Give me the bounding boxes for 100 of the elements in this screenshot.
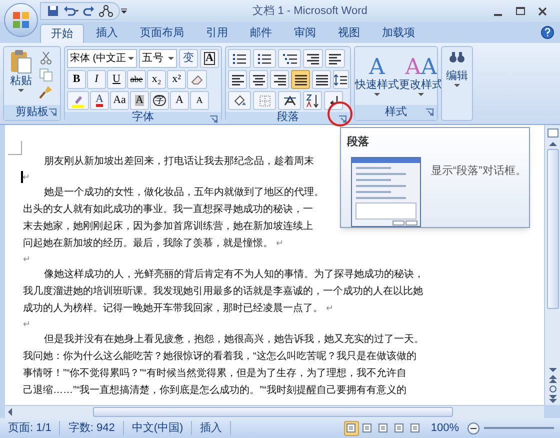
scissors-icon	[39, 51, 53, 65]
eraser-icon	[190, 74, 204, 86]
grow-font-button[interactable]: A	[170, 91, 189, 110]
increase-indent-button[interactable]	[325, 49, 345, 68]
zoom-out-icon[interactable]	[467, 422, 480, 434]
close-button[interactable]	[536, 5, 548, 17]
align-button[interactable]	[270, 70, 289, 89]
ribbon-tab[interactable]: 审阅	[284, 24, 326, 43]
format-button[interactable]: x²	[167, 70, 186, 89]
tooltip-title: 段落	[347, 134, 370, 150]
next-page-icon[interactable]	[548, 395, 556, 403]
dialog-launcher[interactable]	[47, 107, 58, 118]
view-button[interactable]	[344, 420, 359, 436]
multilevel-list-button[interactable]	[278, 49, 301, 68]
format-button[interactable]: x₂	[147, 70, 166, 89]
align-right-icon	[272, 74, 286, 86]
question-mark-icon	[544, 28, 551, 37]
caret-icon	[128, 56, 134, 60]
help-button[interactable]	[541, 26, 554, 39]
paste-button[interactable]: 粘贴	[7, 49, 35, 105]
list-icon	[282, 52, 296, 64]
shrink-font-button[interactable]: A	[190, 91, 209, 110]
highlighter-icon	[71, 94, 85, 108]
change-case-button[interactable]: Aa	[110, 91, 129, 110]
paragraph-mark: ↵	[326, 302, 334, 315]
caret-icon	[418, 92, 424, 97]
line-spacing-button[interactable]	[333, 70, 349, 89]
font-name-dropdown[interactable]: 宋体 (中文正	[67, 49, 137, 68]
minimize-icon	[494, 14, 502, 17]
dialog-launcher[interactable]	[208, 114, 219, 125]
numbering-button[interactable]	[253, 49, 276, 68]
paragraph-mark: ↵	[23, 254, 31, 264]
vertical-scrollbar[interactable]	[544, 125, 560, 405]
margin-corner-mark	[8, 141, 22, 155]
align-button[interactable]	[291, 70, 310, 89]
ribbon-tab[interactable]: 页面布局	[130, 24, 194, 43]
status-item[interactable]: 插入	[192, 421, 232, 435]
tooltip-description: 显示“段落”对话框。	[431, 164, 526, 178]
horizontal-scrollbar[interactable]	[5, 405, 544, 418]
page-icon	[346, 423, 356, 433]
highlight-button[interactable]	[67, 91, 89, 110]
character-shading-button[interactable]: A	[130, 91, 149, 110]
undo-icon	[63, 5, 79, 17]
customize-caret-icon	[120, 7, 128, 15]
phonetic-guide-button[interactable]: 变	[179, 49, 198, 68]
paragraph-dialog-launcher[interactable]	[337, 114, 348, 125]
enclose-characters-button[interactable]: 字	[150, 91, 169, 110]
decrease-indent-button[interactable]	[303, 49, 323, 68]
status-item[interactable]: 中文(中国)	[124, 421, 192, 435]
brush-icon	[39, 85, 53, 99]
text-line: 己退缩……”“我一直想搞清楚，你到底是怎么成功的。”“我时刻提醒自己要拥有有意义的	[23, 384, 406, 398]
sort-button[interactable]	[303, 91, 322, 110]
copy-icon	[39, 68, 53, 82]
align-button[interactable]	[249, 70, 268, 89]
return-arrow-icon	[328, 94, 340, 106]
format-button[interactable]: U	[107, 70, 126, 89]
group-label: 剪贴板	[16, 107, 48, 118]
ribbon-tab[interactable]: 邮件	[240, 24, 282, 43]
ribbon-tab[interactable]: 引用	[196, 24, 238, 43]
borders-icon	[258, 94, 270, 106]
font-color-button[interactable]: A	[90, 91, 109, 110]
scroll-thumb[interactable]	[546, 149, 558, 309]
text-line: 但是我并没有在她身上看见疲惫，抱怨，她很高兴，她告诉我，她又充实的过了一天。	[44, 332, 424, 347]
ribbon-tab[interactable]: 视图	[328, 24, 370, 43]
dialog-launcher[interactable]	[424, 107, 435, 118]
select-browse-object-icon[interactable]	[548, 385, 556, 393]
save-icon	[47, 5, 59, 17]
scroll-up-icon[interactable]	[548, 141, 556, 147]
zoom-level[interactable]: 100%	[422, 420, 467, 436]
caret-icon	[454, 84, 460, 88]
paragraph-mark: ↵	[276, 236, 284, 250]
office-button[interactable]	[4, 3, 38, 37]
ribbon-tab[interactable]: 开始	[40, 24, 84, 43]
scroll-down-icon[interactable]	[548, 367, 556, 373]
align-button[interactable]	[312, 70, 331, 89]
ribbon-tab[interactable]: 插入	[86, 24, 128, 43]
horizontal-scroll-thumb[interactable]	[93, 407, 453, 417]
ruler-toggle-icon[interactable]	[546, 127, 558, 139]
maximize-button[interactable]	[514, 5, 526, 17]
format-button[interactable]: abe	[127, 70, 146, 89]
asian-layout-button[interactable]	[278, 91, 301, 110]
previous-page-icon[interactable]	[548, 375, 556, 383]
bullets-button[interactable]	[228, 49, 251, 68]
font-size-dropdown[interactable]: 五号	[139, 49, 177, 68]
status-item[interactable]: 页面: 1/1	[0, 421, 60, 435]
style-button[interactable]: A 快速样式	[355, 49, 399, 105]
shading-button[interactable]	[228, 91, 251, 110]
maximize-icon	[516, 7, 524, 15]
editing-button[interactable]: 编辑	[442, 47, 472, 88]
align-justify-icon	[294, 74, 308, 86]
format-button[interactable]: I	[87, 70, 106, 89]
format-button[interactable]: B	[67, 70, 86, 89]
asian-layout-icon	[282, 94, 296, 106]
show-marks-button[interactable]	[324, 91, 343, 110]
clear-formatting-button[interactable]	[187, 70, 207, 89]
align-button[interactable]	[228, 70, 247, 89]
ribbon-tab[interactable]: 加载项	[372, 24, 425, 43]
character-border-button[interactable]: A	[200, 49, 219, 68]
status-item[interactable]: 字数: 942	[60, 421, 124, 435]
scroll-left-icon[interactable]	[7, 408, 13, 416]
